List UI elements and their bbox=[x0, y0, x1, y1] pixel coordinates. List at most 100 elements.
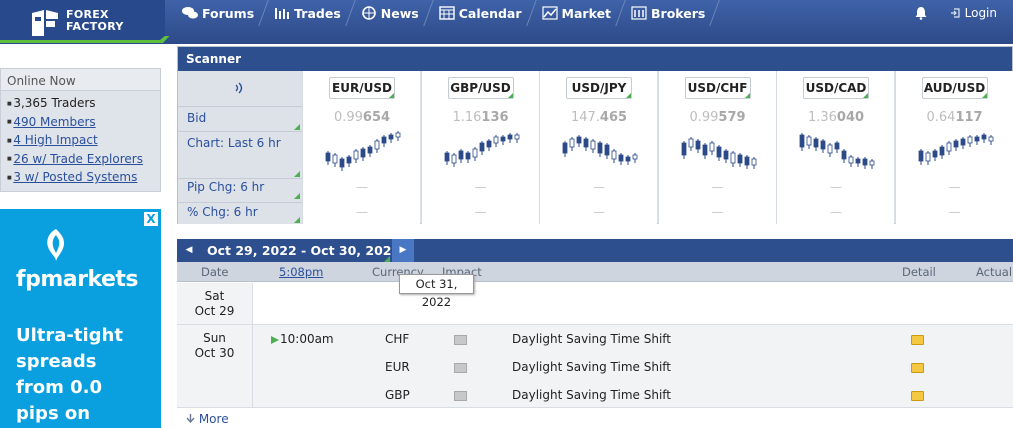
logo-mark-icon bbox=[32, 10, 58, 36]
candle-body bbox=[806, 136, 812, 146]
candle-body bbox=[458, 150, 463, 160]
scanner-label-bid[interactable]: Bid bbox=[178, 111, 302, 131]
pair-pct-change: — bbox=[474, 205, 487, 219]
pair-button[interactable]: EUR/USD bbox=[329, 77, 395, 99]
row-divider bbox=[178, 131, 302, 132]
pair-pip-change: — bbox=[711, 180, 724, 194]
login-link[interactable]: Login bbox=[950, 6, 997, 20]
calendar-next-button[interactable]: ▶ bbox=[392, 239, 414, 262]
candle-body bbox=[813, 138, 819, 148]
candle-body bbox=[625, 156, 631, 162]
pair-bid: 0.64117 bbox=[896, 110, 1013, 125]
impact-holiday-icon[interactable] bbox=[454, 391, 467, 401]
folder-detail-icon[interactable] bbox=[911, 363, 924, 373]
calendar-date-range[interactable]: Oct 29, 2022 - Oct 30, 2022 bbox=[199, 239, 408, 262]
nav-news[interactable]: News bbox=[351, 0, 428, 26]
pair-button[interactable]: USD/CHF bbox=[684, 77, 751, 99]
pair-pct-change: — bbox=[356, 205, 368, 219]
scanner-label-pip-change[interactable]: Pip Chg: 6 hr bbox=[178, 180, 302, 200]
col-date: Date bbox=[201, 265, 229, 279]
pair-name: USD/CHF bbox=[687, 81, 748, 95]
online-trade-explorers-link[interactable]: 26 w/ Trade Explorers bbox=[7, 150, 160, 169]
scanner-label-pct-change[interactable]: % Chg: 6 hr bbox=[178, 205, 302, 224]
scanner-pair-column: GBP/USD 1.16136 — — bbox=[420, 71, 539, 224]
advertisement-banner[interactable]: X fpmarkets Ultra-tight spreads from 0.0… bbox=[0, 209, 161, 428]
pair-button[interactable]: USD/CAD bbox=[803, 77, 869, 99]
candle-body bbox=[946, 142, 951, 152]
candle-body bbox=[339, 158, 345, 168]
pair-button[interactable]: USD/JPY bbox=[566, 77, 632, 99]
candle-body bbox=[988, 136, 993, 142]
top-navigation-bar: FOREX FACTORY Forums Trades News Calenda… bbox=[0, 0, 1013, 44]
pair-bid-main: 147. bbox=[570, 110, 600, 125]
event-time: 10:00am bbox=[280, 332, 334, 346]
market-icon bbox=[541, 6, 558, 20]
row-divider bbox=[178, 178, 302, 179]
candle-body bbox=[862, 158, 868, 166]
candle-body bbox=[388, 134, 394, 140]
calendar-prev-button[interactable]: ◀ bbox=[179, 239, 199, 262]
sound-icon[interactable] bbox=[234, 82, 244, 94]
event-title[interactable]: Daylight Saving Time Shift bbox=[512, 360, 671, 374]
candle-body bbox=[381, 136, 387, 144]
pair-pct-change: — bbox=[593, 205, 605, 219]
candle-body bbox=[953, 140, 958, 148]
candle-body bbox=[730, 152, 735, 164]
candle-body bbox=[709, 142, 714, 152]
candle-body bbox=[562, 142, 568, 154]
pair-candlestick-chart[interactable] bbox=[322, 127, 404, 173]
pair-bid-pips: 465 bbox=[599, 110, 628, 125]
col-time-link[interactable]: 5:08pm bbox=[279, 265, 323, 279]
candle-body bbox=[981, 134, 986, 140]
nav-trades[interactable]: Trades bbox=[264, 0, 350, 26]
candle-body bbox=[967, 136, 972, 144]
scanner-label-chart[interactable]: Chart: Last 6 hr bbox=[178, 136, 302, 178]
candle-body bbox=[514, 134, 519, 140]
pair-candlestick-chart[interactable] bbox=[678, 127, 760, 173]
nav-market[interactable]: Market bbox=[532, 0, 620, 26]
folder-detail-icon[interactable] bbox=[911, 335, 924, 345]
pair-bid-main: 0.99 bbox=[333, 110, 363, 125]
pair-candlestick-chart[interactable] bbox=[441, 127, 523, 173]
pair-button[interactable]: AUD/USD bbox=[921, 77, 988, 99]
pair-candlestick-chart[interactable] bbox=[796, 127, 878, 173]
online-members-link[interactable]: 490 Members bbox=[7, 113, 160, 132]
scanner-pair-column: USD/CAD 1.36040 — — bbox=[776, 71, 894, 224]
candle-body bbox=[723, 150, 728, 160]
candle-body bbox=[688, 138, 693, 148]
online-posted-systems-link[interactable]: 3 w/ Posted Systems bbox=[7, 168, 160, 187]
candle-body bbox=[737, 154, 742, 164]
notifications-bell-icon[interactable] bbox=[914, 6, 928, 20]
nav-forums[interactable]: Forums bbox=[172, 0, 263, 26]
candle-body bbox=[360, 148, 366, 158]
pair-bid-main: 0.99 bbox=[689, 110, 719, 125]
logo-text: FOREX FACTORY bbox=[66, 8, 124, 33]
more-link[interactable]: More bbox=[186, 412, 229, 426]
candle-body bbox=[960, 138, 965, 146]
candle-body bbox=[939, 146, 944, 156]
online-now-panel: Online Now 3,365 Traders 490 Members 4 H… bbox=[0, 68, 161, 192]
online-traders: 3,365 Traders bbox=[7, 94, 160, 113]
pair-candlestick-chart[interactable] bbox=[915, 127, 997, 173]
row-divider bbox=[178, 106, 302, 107]
pair-bid-main: 0.64 bbox=[926, 110, 956, 125]
trades-icon bbox=[275, 8, 290, 19]
login-icon bbox=[950, 8, 960, 18]
online-high-impact-link[interactable]: 4 High Impact bbox=[7, 131, 160, 150]
pair-candlestick-chart[interactable] bbox=[559, 127, 641, 173]
pair-button[interactable]: GBP/USD bbox=[447, 77, 514, 99]
event-title[interactable]: Daylight Saving Time Shift bbox=[512, 388, 671, 402]
folder-detail-icon[interactable] bbox=[911, 391, 924, 401]
nav-calendar[interactable]: Calendar bbox=[429, 0, 531, 26]
nav-brokers[interactable]: Brokers bbox=[621, 0, 714, 26]
col-detail: Detail bbox=[902, 265, 936, 279]
candle-body bbox=[848, 156, 854, 164]
candle-body bbox=[841, 150, 847, 160]
pair-name: USD/CAD bbox=[805, 81, 867, 95]
ad-close-button[interactable]: X bbox=[144, 212, 158, 226]
event-title[interactable]: Daylight Saving Time Shift bbox=[512, 332, 671, 346]
impact-holiday-icon[interactable] bbox=[454, 363, 467, 373]
impact-holiday-icon[interactable] bbox=[454, 335, 467, 345]
scanner-title: Scanner bbox=[178, 47, 1012, 71]
pair-pip-change: — bbox=[593, 180, 605, 194]
